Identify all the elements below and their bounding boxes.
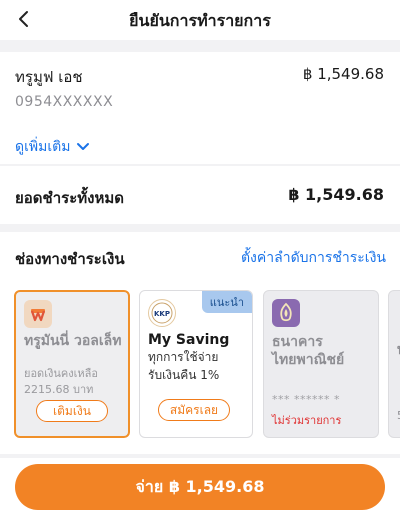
payment-method-scb[interactable]: ธนาคาร ไทยพาณิชย์ *** ****** * ไม่ร่วมรา…: [263, 290, 379, 438]
merchant-name: ทรูมูฟ เอช: [15, 68, 83, 86]
payment-method-truemoney-wallet[interactable]: ทรูมันนี่ วอลเล็ท ยอดเงินคงเหลือ 2215.68…: [14, 290, 130, 438]
my-saving-name: My Saving: [148, 332, 230, 348]
page-title: ยืนยันการทำรายการ: [129, 11, 271, 30]
scb-name-line-2: ไทยพาณิชย์: [272, 352, 345, 368]
scb-name-line-1: ธนาคาร: [272, 334, 323, 350]
total-value: ฿ 1,549.68: [288, 185, 384, 204]
top-up-button[interactable]: เติมเงิน: [36, 400, 108, 422]
wallet-name: ทรูมันนี่ วอลเล็ท: [24, 333, 122, 349]
payment-order-settings-link[interactable]: ตั้งค่าลำดับการชำระเงิน: [241, 247, 386, 269]
svg-text:KKP: KKP: [154, 310, 170, 318]
kkp-bank-icon: KKP: [148, 299, 176, 327]
recommended-badge: แนะนำ: [201, 291, 252, 313]
total-section: ยอดชำระทั้งหมด ฿ 1,549.68: [0, 166, 400, 224]
payment-methods-heading: ช่องทางชำระเงิน: [15, 250, 125, 268]
apply-now-button[interactable]: สมัครเลย: [158, 399, 230, 421]
scb-status: ไม่ร่วมรายการ: [272, 414, 342, 427]
scb-bank-icon: [272, 299, 300, 327]
truemoney-wallet-icon: [24, 300, 52, 328]
wallet-balance-label: ยอดเงินคงเหลือ: [24, 367, 98, 380]
pay-bar: จ่าย ฿ 1,549.68: [0, 458, 400, 520]
total-label: ยอดชำระทั้งหมด: [15, 189, 124, 207]
payment-method-my-saving[interactable]: แนะนำ KKP My Saving ทุกการใช้จ่าย รับเงิ…: [139, 290, 253, 438]
phone-number: 0954XXXXXX: [15, 94, 114, 110]
payment-methods-section: ช่องทางชำระเงิน ตั้งค่าลำดับการชำระเงิน …: [0, 232, 400, 454]
see-more-label: ดูเพิ่มเติม: [15, 139, 71, 155]
my-saving-desc-1: ทุกการใช้จ่าย: [148, 350, 219, 364]
bill-amount: ฿ 1,549.68: [302, 65, 384, 83]
wallet-balance: 2215.68 บาท: [24, 383, 94, 396]
payment-method-partial[interactable]: บ 5: [388, 290, 400, 438]
my-saving-desc-2: รับเงินคืน 1%: [148, 368, 220, 382]
top-bar: ยืนยันการทำรายการ: [0, 0, 400, 40]
see-more-link[interactable]: ดูเพิ่มเติม: [15, 136, 90, 158]
pay-button[interactable]: จ่าย ฿ 1,549.68: [15, 464, 385, 510]
chevron-down-icon: [77, 143, 90, 150]
bill-summary: ทรูมูฟ เอช ฿ 1,549.68 0954XXXXXX ดูเพิ่ม…: [0, 52, 400, 164]
scb-masked-account: *** ****** *: [272, 393, 340, 406]
